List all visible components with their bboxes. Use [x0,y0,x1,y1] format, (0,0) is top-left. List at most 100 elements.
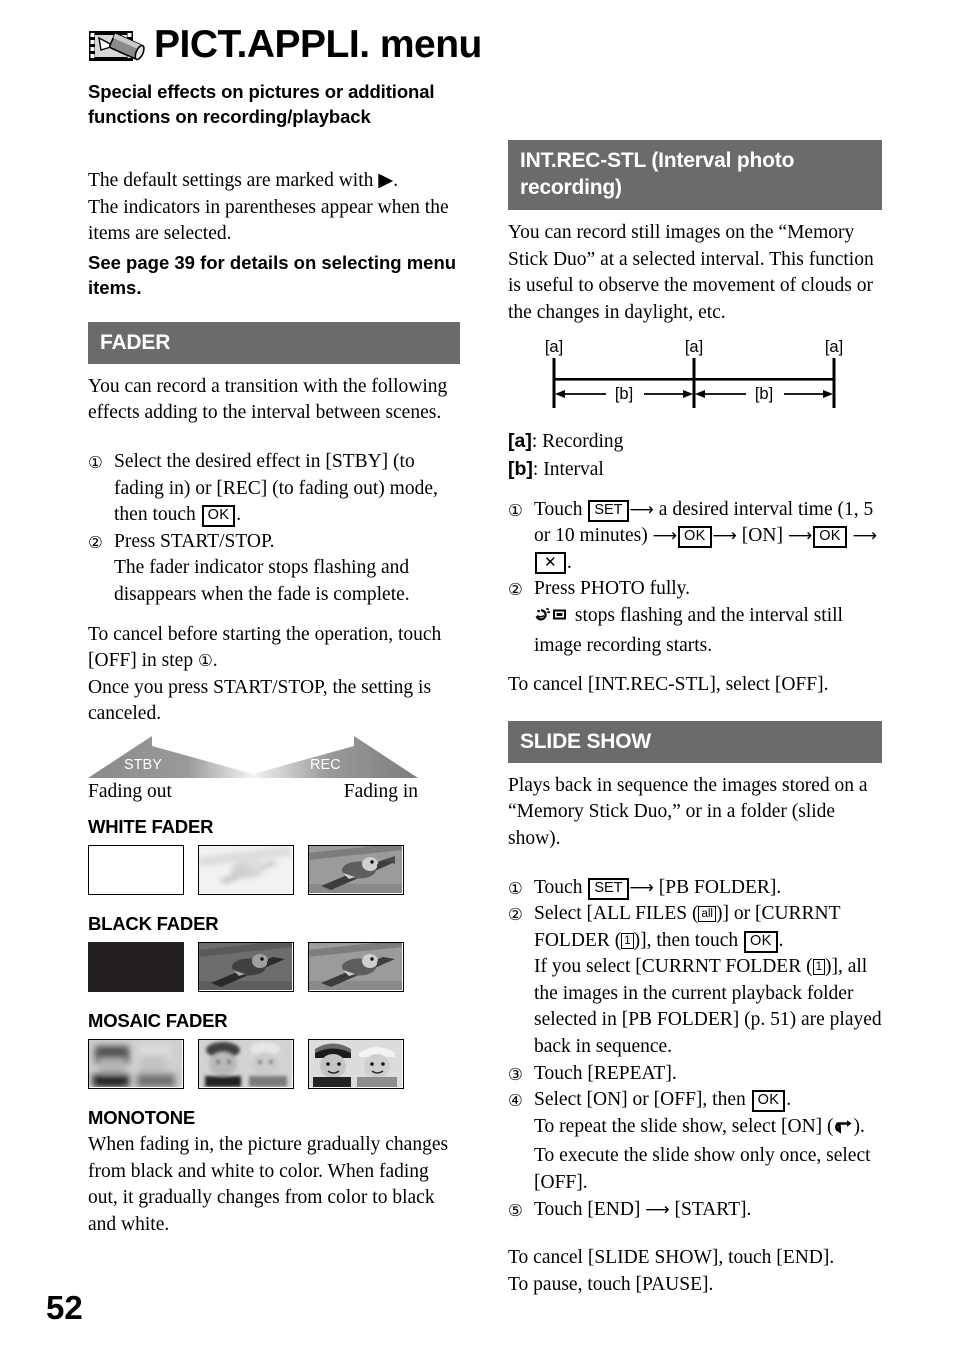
list-item: ② Press START/STOP. The fader indicator s… [88,529,460,609]
folder-glyph-icon: 1 [812,959,825,976]
frame-bird-full [308,940,404,992]
frame-bird-faded-white [197,844,294,895]
step-number: ④ [508,1091,523,1111]
fader-cancel-text-b: . [212,650,218,672]
step-text: [PB FOLDER]. [653,876,782,898]
section-header-fader: FADER [88,321,460,364]
step-text: Press START/STOP. [114,530,275,552]
list-item: ① Touch SET ⟶ a desired interval time (1, … [508,497,882,577]
step-text: )], then touch [633,929,744,951]
list-item: ① Touch SET ⟶ [PB FOLDER]. [508,875,882,902]
svg-text:[b]: [b] [615,385,633,403]
interval-rec-indicator-icon [534,606,570,633]
fader-cancel-text-a: To cancel before starting the operation,… [88,623,442,672]
step-subtext: The fader indicator stops flashing and d… [114,557,410,605]
monotone-heading: MONOTONE [88,1106,196,1128]
intro-line-1: The default settings are marked with ▶. [88,170,399,191]
intro-bold-note: See page 39 for details on selecting men… [88,251,457,298]
repeat-icon [834,1117,854,1144]
step-number: ② [508,905,523,925]
arrow-icon: ⟶ [712,526,737,547]
black-fader-frames [88,940,460,992]
step-text: Select the desired effect in [STBY] (to … [114,450,438,526]
step-text: . [566,551,572,573]
frame-bird-full [308,843,404,895]
fader-step-list: ① Select the desired effect in [STBY] (to… [88,449,460,609]
mosaic-fader-heading: MOSAIC FADER [88,1009,228,1031]
svg-text:STBY: STBY [124,757,162,773]
arrow-icon: ⟶ [652,526,677,547]
all-files-glyph-icon: all [698,906,716,923]
step-text: Touch [REPEAT]. [534,1062,677,1084]
frame-kids-fine-mosaic [198,1038,294,1089]
step-subtext: If you select [CURRNT FOLDER (1)], all t… [534,954,882,1060]
interval-timing-diagram: [a] [a] [a] [b] [b] [532,336,852,422]
step-subtext-2: To execute the slide show only once, sel… [534,1145,871,1194]
mosaic-fader-frames [88,1038,460,1089]
step-text: Touch [534,498,588,520]
legend-b: [b]: Interval [508,456,882,484]
page-header: PICT.APPLI. menu Special effects on pict… [88,24,648,129]
frame-kids-coarse-mosaic [88,1038,184,1089]
frame-black-blank [88,941,184,992]
arrow-icon: ⟶ [852,526,878,547]
int-rec-stl-step-list: ① Touch SET ⟶ a desired interval time (1, … [508,497,882,660]
list-item: ② Press PHOTO fully. stops flashing and … [508,576,882,659]
ok-key-icon[interactable]: OK [751,1090,786,1113]
step-text: Select [ON] or [OFF], then [534,1089,751,1111]
list-item: ② Select [ALL FILES (all)] or [CURRNT FOL… [508,901,882,1061]
list-item: ⑤ Touch [END] ⟶ [START]. [508,1197,882,1224]
fader-cancel-note: To cancel before starting the operation,… [88,622,460,675]
fader-intro: You can record a transition with the fol… [88,375,448,424]
step-text: Select [ALL FILES ( [534,903,699,925]
step-number-ref: ① [197,651,213,671]
int-rec-stl-intro: You can record still images on the “Memo… [508,222,874,323]
manual-page: PICT.APPLI. menu Special effects on pict… [0,0,954,1357]
section-header-slide-show: SLIDE SHOW [508,720,882,763]
ok-key-icon[interactable]: OK [813,526,847,549]
arrow-icon: ⟶ [629,499,654,520]
step-number: ① [508,500,523,520]
section-header-int-rec-stl: INT.REC-STL (Interval photo recording) [508,140,882,210]
legend-a-value: : Recording [531,431,624,453]
step-number: ① [88,452,103,472]
fader-cancel-note-2: Once you press START/STOP, the setting i… [88,676,432,725]
step-number: ② [508,580,523,600]
arrow-icon: ⟶ [645,1199,670,1220]
step-text: . [778,929,784,951]
step-text: [START]. [669,1198,752,1220]
frame-kids-full [308,1038,404,1089]
svg-text:[a]: [a] [545,338,563,356]
step-text: [ON] [736,525,788,547]
step-number: ① [508,878,523,898]
set-key-icon[interactable]: SET [588,499,629,522]
arrow-icon: ⟶ [787,526,813,547]
arrow-icon: ⟶ [629,877,654,898]
set-key-icon[interactable]: SET [588,877,629,900]
ok-key-icon[interactable]: OK [744,930,778,953]
slide-show-cancel-1: To cancel [SLIDE SHOW], touch [END]. [508,1247,835,1269]
slide-show-intro: Plays back in sequence the images stored… [508,774,868,849]
svg-text:[a]: [a] [685,338,703,356]
black-fader-heading: BLACK FADER [88,912,219,934]
slide-show-step-list: ① Touch SET ⟶ [PB FOLDER]. ② Select [ALL FI… [508,875,882,1224]
monotone-text: When fading in, the picture gradually ch… [88,1133,449,1235]
step-text: Press PHOTO fully. [534,578,691,600]
page-subtitle: Special effects on pictures or additiona… [88,81,435,127]
ok-key-icon[interactable]: OK [677,526,712,549]
legend-a-key: [a] [508,430,532,453]
close-key-icon[interactable]: ✕ [535,551,566,574]
right-column: INT.REC-STL (Interval photo recording) Y… [508,140,882,1298]
frame-white-blank [88,844,184,895]
fading-in-label: Fading in [343,780,418,802]
step-text: Touch [534,876,588,898]
intro-line-2: The indicators in parentheses appear whe… [88,196,449,245]
left-column: The default settings are marked with ▶. … [88,168,460,1238]
folder-glyph-icon: 1 [621,932,634,949]
ok-key-icon[interactable]: OK [201,505,236,528]
page-title: PICT.APPLI. menu [154,23,482,66]
list-item: ④ Select [ON] or [OFF], then OK. To repea… [508,1087,882,1196]
step-number: ② [88,532,103,552]
page-number: 52 [46,1289,83,1326]
step-text: . [786,1089,792,1111]
